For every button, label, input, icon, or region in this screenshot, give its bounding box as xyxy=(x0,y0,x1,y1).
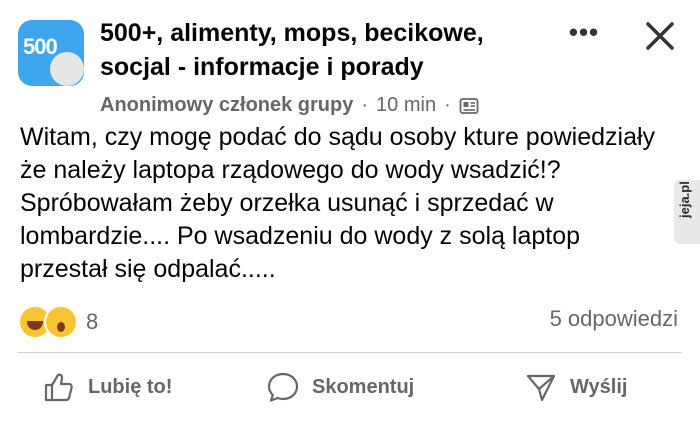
comment-bubble-icon xyxy=(267,372,299,402)
meta-separator: · xyxy=(361,94,369,116)
close-icon xyxy=(646,22,674,50)
more-icon: ••• xyxy=(568,16,600,47)
reactions-summary[interactable]: 8 xyxy=(18,305,98,339)
watermark-text: jeja.pl xyxy=(677,181,692,218)
reaction-count: 8 xyxy=(86,309,99,334)
group-name-link[interactable]: 500+, alimenty, mops, becikowe, socjal -… xyxy=(100,16,520,84)
privacy-icon[interactable] xyxy=(459,96,479,116)
comment-count[interactable]: 5 odpowiedzi xyxy=(550,306,678,332)
group-avatar[interactable]: 500 xyxy=(18,20,84,86)
comment-label: Skomentuj xyxy=(312,375,415,398)
share-button[interactable]: Wyślij xyxy=(524,367,627,407)
post-body: Witam, czy mogę podać do sądu osoby ktur… xyxy=(20,123,656,283)
divider xyxy=(18,352,682,353)
more-options-button[interactable]: ••• xyxy=(566,17,602,47)
post-time[interactable]: 10 min xyxy=(376,94,436,117)
watermark: jeja.pl xyxy=(674,180,700,244)
anonymous-icon xyxy=(48,50,84,86)
author-name[interactable]: Anonimowy członek grupy xyxy=(100,94,353,117)
meta-separator: · xyxy=(444,94,451,116)
wow-reaction-icon xyxy=(44,305,78,339)
post-meta: Anonimowy członek grupy · 10 min · xyxy=(100,94,479,117)
share-label: Wyślij xyxy=(570,375,628,398)
like-label: Lubię to! xyxy=(88,375,173,398)
send-icon xyxy=(526,374,556,402)
thumbs-up-icon xyxy=(44,373,73,402)
like-button[interactable]: Lubię to! xyxy=(42,367,172,407)
close-button[interactable] xyxy=(640,16,680,56)
comment-button[interactable]: Skomentuj xyxy=(266,367,414,407)
